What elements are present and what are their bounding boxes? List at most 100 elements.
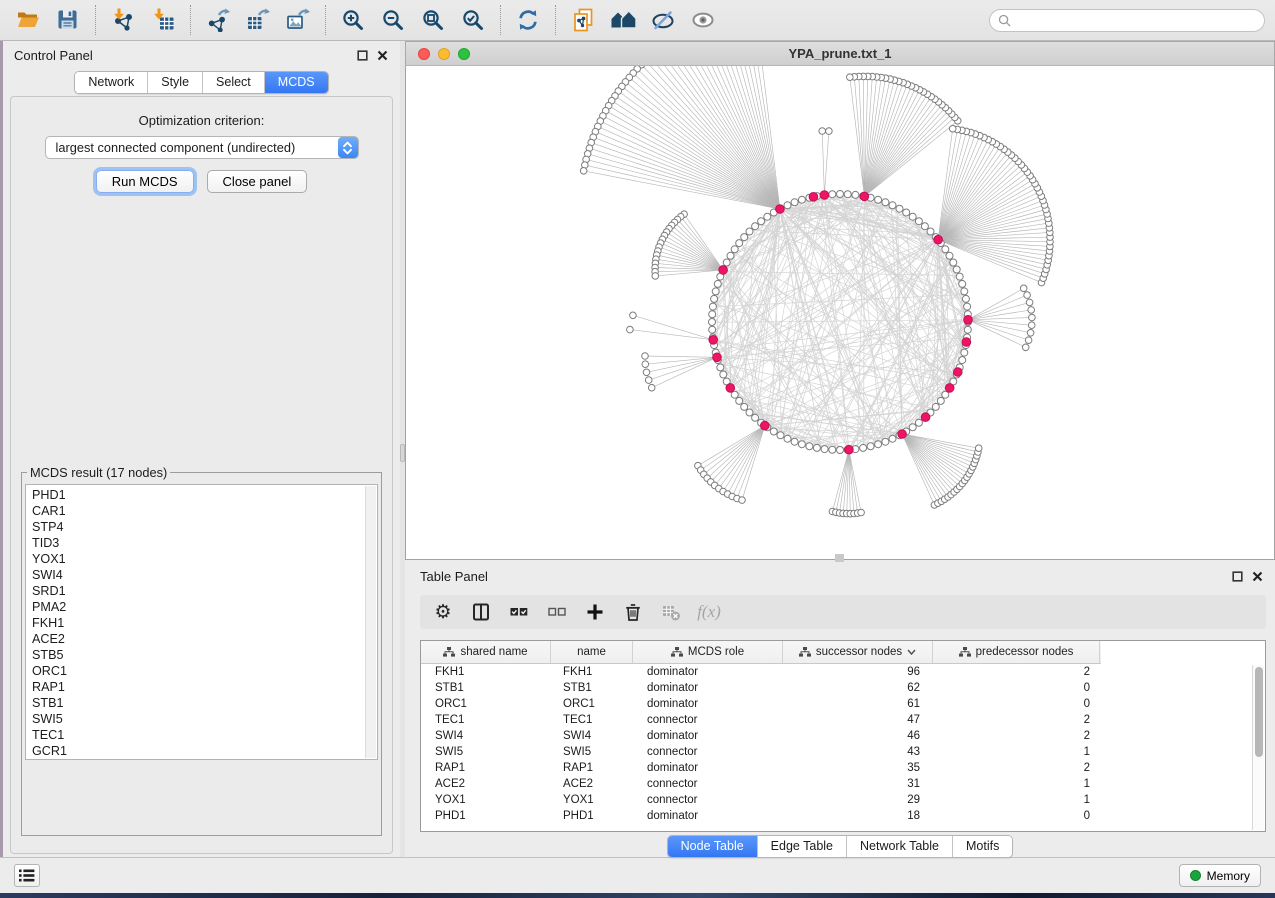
search-box[interactable] xyxy=(989,9,1265,32)
tab-edge-table[interactable]: Edge Table xyxy=(758,836,847,857)
cytoscape-app: Control Panel NetworkStyleSelectMCDS Opt… xyxy=(0,0,1275,898)
mcds-result-item[interactable]: FKH1 xyxy=(32,615,377,631)
export-image-button[interactable] xyxy=(278,3,318,37)
open-file-icon xyxy=(16,8,41,32)
table-row-SWI5[interactable]: SWI5SWI5connector431 xyxy=(421,744,1265,760)
table-settings-button[interactable]: ⚙ xyxy=(426,597,460,627)
sort-desc-icon xyxy=(907,649,916,655)
table-scrollbar[interactable] xyxy=(1252,665,1264,830)
zoom-selected-button[interactable] xyxy=(453,3,493,37)
export-table-button[interactable] xyxy=(238,3,278,37)
mcds-result-item[interactable]: TID3 xyxy=(32,535,377,551)
column-header-MCDS-role[interactable]: MCDS role xyxy=(633,641,783,663)
network-window-titlebar[interactable]: YPA_prune.txt_1 xyxy=(405,41,1275,65)
import-network-button[interactable] xyxy=(103,3,143,37)
close-window-icon[interactable] xyxy=(418,48,430,60)
export-network-button[interactable] xyxy=(198,3,238,37)
control-panel-tabs: NetworkStyleSelectMCDS xyxy=(74,71,328,94)
mcds-result-item[interactable]: SRD1 xyxy=(32,583,377,599)
search-input[interactable] xyxy=(1016,13,1256,27)
mcds-result-item[interactable]: GCR1 xyxy=(32,743,377,759)
network-graph[interactable] xyxy=(406,66,1274,560)
show-graphics-button[interactable] xyxy=(683,3,723,37)
float-panel-icon[interactable] xyxy=(1232,571,1243,582)
mcds-result-item[interactable]: TEC1 xyxy=(32,727,377,743)
close-panel-button[interactable]: Close panel xyxy=(207,170,308,193)
mcds-result-item[interactable]: PHD1 xyxy=(32,487,377,503)
panel-list-button[interactable] xyxy=(14,864,40,887)
open-file-button[interactable] xyxy=(8,3,48,37)
refresh-icon xyxy=(516,8,541,32)
table-row-ORC1[interactable]: ORC1ORC1dominator610 xyxy=(421,696,1265,712)
mcds-result-item[interactable]: STP4 xyxy=(32,519,377,535)
zoom-in-button[interactable] xyxy=(333,3,373,37)
column-header-shared-name[interactable]: shared name xyxy=(421,641,551,663)
mcds-result-item[interactable]: RAP1 xyxy=(32,679,377,695)
table-row-PHD1[interactable]: PHD1PHD1dominator180 xyxy=(421,808,1265,824)
maximize-window-icon[interactable] xyxy=(458,48,470,60)
node-table[interactable]: shared namenameMCDS rolesuccessor nodesp… xyxy=(420,640,1266,832)
network-overview-button[interactable] xyxy=(603,3,643,37)
optimization-criterion-value: largest connected component (undirected) xyxy=(46,140,338,155)
import-table-button[interactable] xyxy=(143,3,183,37)
column-visibility-button[interactable] xyxy=(464,597,498,627)
table-row-ACE2[interactable]: ACE2ACE2connector311 xyxy=(421,776,1265,792)
dropdown-stepper-icon xyxy=(338,137,358,158)
table-row-SWI4[interactable]: SWI4SWI4dominator462 xyxy=(421,728,1265,744)
share-document-button[interactable] xyxy=(563,3,603,37)
network-canvas[interactable] xyxy=(405,65,1275,560)
table-row-RAP1[interactable]: RAP1RAP1dominator352 xyxy=(421,760,1265,776)
mcds-result-item[interactable]: STB1 xyxy=(32,695,377,711)
column-header-successor-nodes[interactable]: successor nodes xyxy=(783,641,933,663)
show-graphics-icon xyxy=(691,8,716,32)
mcds-result-item[interactable]: SWI4 xyxy=(32,567,377,583)
deselect-all-button[interactable] xyxy=(540,597,574,627)
scrollbar-thumb[interactable] xyxy=(1255,667,1263,757)
tab-mcds[interactable]: MCDS xyxy=(265,72,328,93)
mcds-result-item[interactable]: ACE2 xyxy=(32,631,377,647)
tab-node-table[interactable]: Node Table xyxy=(668,836,758,857)
mcds-result-item[interactable]: SWI5 xyxy=(32,711,377,727)
mcds-result-item[interactable]: PMA2 xyxy=(32,599,377,615)
delete-column-button[interactable] xyxy=(616,597,650,627)
mcds-panel: Optimization criterion: largest connecte… xyxy=(10,96,393,854)
search-icon xyxy=(998,14,1011,27)
add-column-button[interactable] xyxy=(578,597,612,627)
optimization-criterion-label: Optimization criterion: xyxy=(21,113,382,128)
tab-select[interactable]: Select xyxy=(203,72,265,93)
run-mcds-button[interactable]: Run MCDS xyxy=(96,170,194,193)
memory-button[interactable]: Memory xyxy=(1179,864,1261,887)
close-panel-icon[interactable] xyxy=(377,50,388,61)
table-row-TEC1[interactable]: TEC1TEC1connector472 xyxy=(421,712,1265,728)
table-rows: FKH1FKH1dominator962STB1STB1dominator620… xyxy=(421,664,1265,824)
zoom-fit-button[interactable] xyxy=(413,3,453,37)
optimization-criterion-select[interactable]: largest connected component (undirected) xyxy=(45,136,359,159)
export-image-icon xyxy=(286,8,311,32)
tab-network-table[interactable]: Network Table xyxy=(847,836,953,857)
close-panel-icon[interactable] xyxy=(1252,571,1263,582)
column-header-name[interactable]: name xyxy=(551,641,633,663)
mcds-result-item[interactable]: CAR1 xyxy=(32,503,377,519)
mcds-result-item[interactable]: STB5 xyxy=(32,647,377,663)
control-panel: Control Panel NetworkStyleSelectMCDS Opt… xyxy=(0,41,400,857)
select-all-button[interactable] xyxy=(502,597,536,627)
zoom-out-button[interactable] xyxy=(373,3,413,37)
float-panel-icon[interactable] xyxy=(357,50,368,61)
table-row-YOX1[interactable]: YOX1YOX1connector291 xyxy=(421,792,1265,808)
mcds-result-list[interactable]: PHD1CAR1STP4TID3YOX1SWI4SRD1PMA2FKH1ACE2… xyxy=(25,484,378,760)
function-builder-button: f(x) xyxy=(692,597,726,627)
column-header-predecessor-nodes[interactable]: predecessor nodes xyxy=(933,641,1100,663)
tab-motifs[interactable]: Motifs xyxy=(953,836,1012,857)
tab-style[interactable]: Style xyxy=(148,72,203,93)
splitter-handle[interactable] xyxy=(835,554,844,562)
hide-graphics-button[interactable] xyxy=(643,3,683,37)
table-row-FKH1[interactable]: FKH1FKH1dominator962 xyxy=(421,664,1265,680)
minimize-window-icon[interactable] xyxy=(438,48,450,60)
save-session-button[interactable] xyxy=(48,3,88,37)
mcds-result-item[interactable]: YOX1 xyxy=(32,551,377,567)
mcds-list-scrollbar[interactable] xyxy=(365,486,376,758)
table-row-STB1[interactable]: STB1STB1dominator620 xyxy=(421,680,1265,696)
refresh-button[interactable] xyxy=(508,3,548,37)
tab-network[interactable]: Network xyxy=(75,72,148,93)
mcds-result-item[interactable]: ORC1 xyxy=(32,663,377,679)
